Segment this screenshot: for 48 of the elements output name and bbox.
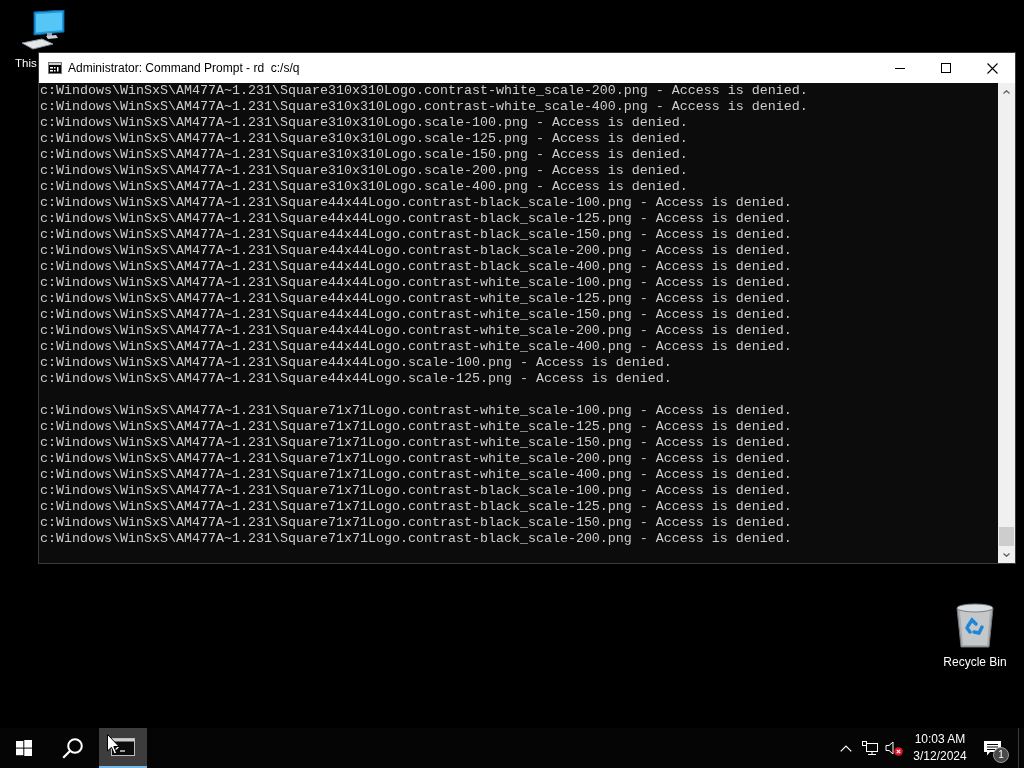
close-icon	[986, 62, 998, 74]
scrollbar-thumb[interactable]	[999, 527, 1014, 546]
console-line: c:Windows\WinSxS\AM477A~1.231\Square71x71Logo.contrast-white_scale-200.png - Access is denied.	[40, 451, 792, 467]
console-line: c:Windows\WinSxS\AM477A~1.231\Square44x44Logo.contrast-black_scale-400.png - Access is denied.	[40, 259, 792, 275]
console-line: c:Windows\WinSxS\AM477A~1.231\Square44x44Logo.contrast-white_scale-150.png - Access is denied.	[40, 307, 792, 323]
console-line: c:Windows\WinSxS\AM477A~1.231\Square44x44Logo.contrast-white_scale-100.png - Access is denied.	[40, 275, 792, 291]
console-line: c:Windows\WinSxS\AM477A~1.231\Square310x310Logo.scale-125.png - Access is denied.	[40, 131, 688, 147]
chevron-up-icon	[1003, 89, 1010, 94]
clock[interactable]: 10:03 AM 3/12/2024	[906, 728, 974, 768]
notification-count: 1	[993, 747, 1009, 763]
console-line: c:Windows\WinSxS\AM477A~1.231\Square310x310Logo.contrast-white_scale-200.png - Access is denied.	[40, 83, 808, 99]
console-line: c:Windows\WinSxS\AM477A~1.231\Square44x44Logo.contrast-black_scale-200.png - Access is denied.	[40, 243, 792, 259]
console-line: c:Windows\WinSxS\AM477A~1.231\Square71x71Logo.contrast-white_scale-100.png - Access is denied.	[40, 403, 792, 419]
console-taskbar-button[interactable]	[99, 728, 147, 768]
computer-icon	[20, 10, 66, 52]
console-line: c:Windows\WinSxS\AM477A~1.231\Square44x44Logo.contrast-white_scale-400.png - Access is denied.	[40, 339, 792, 355]
console-line: c:Windows\WinSxS\AM477A~1.231\Square310x310Logo.contrast-white_scale-400.png - Access is denied.	[40, 99, 808, 115]
console-line: c:Windows\WinSxS\AM477A~1.231\Square71x71Logo.contrast-black_scale-150.png - Access is denied.	[40, 515, 792, 531]
window-title: Administrator: Command Prompt - rd c:/s/q	[68, 60, 300, 77]
windows-logo-icon	[16, 740, 32, 756]
mouse-cursor-icon	[107, 734, 120, 755]
console-line: c:Windows\WinSxS\AM477A~1.231\Square71x71Logo.contrast-white_scale-150.png - Access is denied.	[40, 435, 792, 451]
desktop-icon-label[interactable]: Recycle Bin	[943, 655, 1007, 669]
chevron-down-icon	[1003, 552, 1010, 557]
console-line: c:Windows\WinSxS\AM477A~1.231\Square44x44Logo.scale-125.png - Access is denied.	[40, 371, 672, 387]
console-line: c:Windows\WinSxS\AM477A~1.231\Square44x44Logo.contrast-black_scale-100.png - Access is denied.	[40, 195, 792, 211]
console-line: c:Windows\WinSxS\AM477A~1.231\Square44x44Logo.contrast-black_scale-150.png - Access is denied.	[40, 227, 792, 243]
minimize-icon	[895, 67, 905, 69]
console-line: c:Windows\WinSxS\AM477A~1.231\Square44x44Logo.contrast-white_scale-200.png - Access is denied.	[40, 323, 792, 339]
console-line: c:Windows\WinSxS\AM477A~1.231\Square310x310Logo.scale-400.png - Access is denied.	[40, 179, 688, 195]
console-line: c:Windows\WinSxS\AM477A~1.231\Square44x44Logo.contrast-black_scale-125.png - Access is denied.	[40, 211, 792, 227]
console-line: c:Windows\WinSxS\AM477A~1.231\Square71x71Logo.contrast-black_scale-125.png - Access is denied.	[40, 499, 792, 515]
console-line: c:Windows\WinSxS\AM477A~1.231\Square71x71Logo.contrast-white_scale-400.png - Access is denied.	[40, 467, 792, 483]
network-icon	[862, 740, 878, 756]
console-line: c:Windows\WinSxS\AM477A~1.231\Square44x44Logo.contrast-white_scale-125.png - Access is denied.	[40, 291, 792, 307]
chevron-up-icon	[840, 744, 852, 752]
console-line: c:Windows\WinSxS\AM477A~1.231\Square310x310Logo.scale-100.png - Access is denied.	[40, 115, 688, 131]
console-icon	[48, 62, 62, 74]
search-icon	[61, 737, 83, 759]
console-line: c:Windows\WinSxS\AM477A~1.231\Square44x44Logo.scale-100.png - Access is denied.	[40, 355, 672, 371]
console-line: c:Windows\WinSxS\AM477A~1.231\Square310x310Logo.scale-150.png - Access is denied.	[40, 147, 688, 163]
desktop-icon-label[interactable]: This	[15, 56, 37, 70]
console-line: c:Windows\WinSxS\AM477A~1.231\Square310x310Logo.scale-200.png - Access is denied.	[40, 163, 688, 179]
console-line: c:Windows\WinSxS\AM477A~1.231\Square71x71Logo.contrast-black_scale-100.png - Access is denied.	[40, 483, 792, 499]
console-line: c:Windows\WinSxS\AM477A~1.231\Square71x71Logo.contrast-black_scale-200.png - Access is denied.	[40, 531, 792, 547]
recycle-bin-icon	[955, 602, 995, 648]
console-line: c:Windows\WinSxS\AM477A~1.231\Square71x71Logo.contrast-white_scale-125.png - Access is denied.	[40, 419, 792, 435]
maximize-icon	[941, 63, 951, 73]
